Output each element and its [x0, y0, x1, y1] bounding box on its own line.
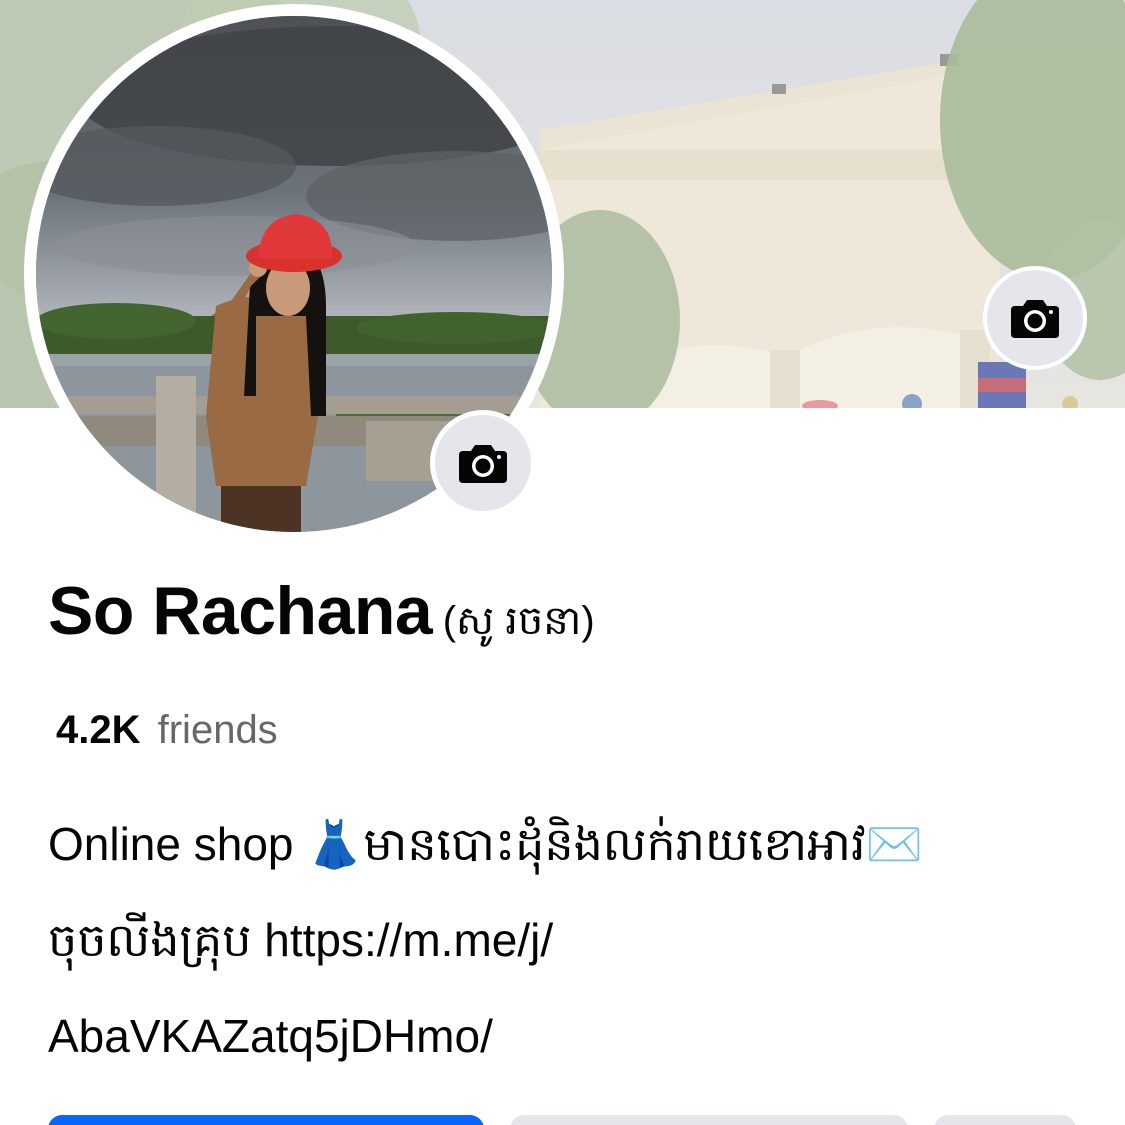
edit-profile-photo-button[interactable]: [430, 410, 536, 516]
more-options-button[interactable]: [934, 1115, 1076, 1125]
profile-page: So Rachana (សូ រចនា) 4.2K friends Online…: [0, 0, 1125, 1125]
edit-cover-photo-button[interactable]: [983, 266, 1087, 370]
bio-link-line[interactable]: AbaVKAZatq5jDHmo/: [48, 988, 1048, 1084]
bio-link-line[interactable]: ចុចលីងគ្រុប https://m.me/j/: [48, 892, 1048, 988]
profile-name-row: So Rachana (សូ រចនា): [48, 572, 595, 654]
edit-profile-button[interactable]: [510, 1115, 908, 1125]
profile-name: So Rachana: [48, 573, 433, 649]
profile-bio: Online shop 👗មានបោះដុំនិងលក់រាយខោអាវ✉️ ច…: [48, 796, 1048, 1084]
friends-label: friends: [157, 708, 278, 752]
primary-action-button[interactable]: [48, 1115, 484, 1125]
friends-count: 4.2K: [56, 708, 141, 752]
camera-icon: [1011, 300, 1059, 338]
profile-actions: [48, 1115, 1088, 1125]
friends-count-link[interactable]: 4.2K friends: [56, 708, 278, 753]
camera-icon: [459, 445, 507, 483]
bio-line: Online shop 👗មានបោះដុំនិងលក់រាយខោអាវ✉️: [48, 818, 923, 870]
profile-alternate-name: (សូ រចនា): [442, 599, 595, 643]
